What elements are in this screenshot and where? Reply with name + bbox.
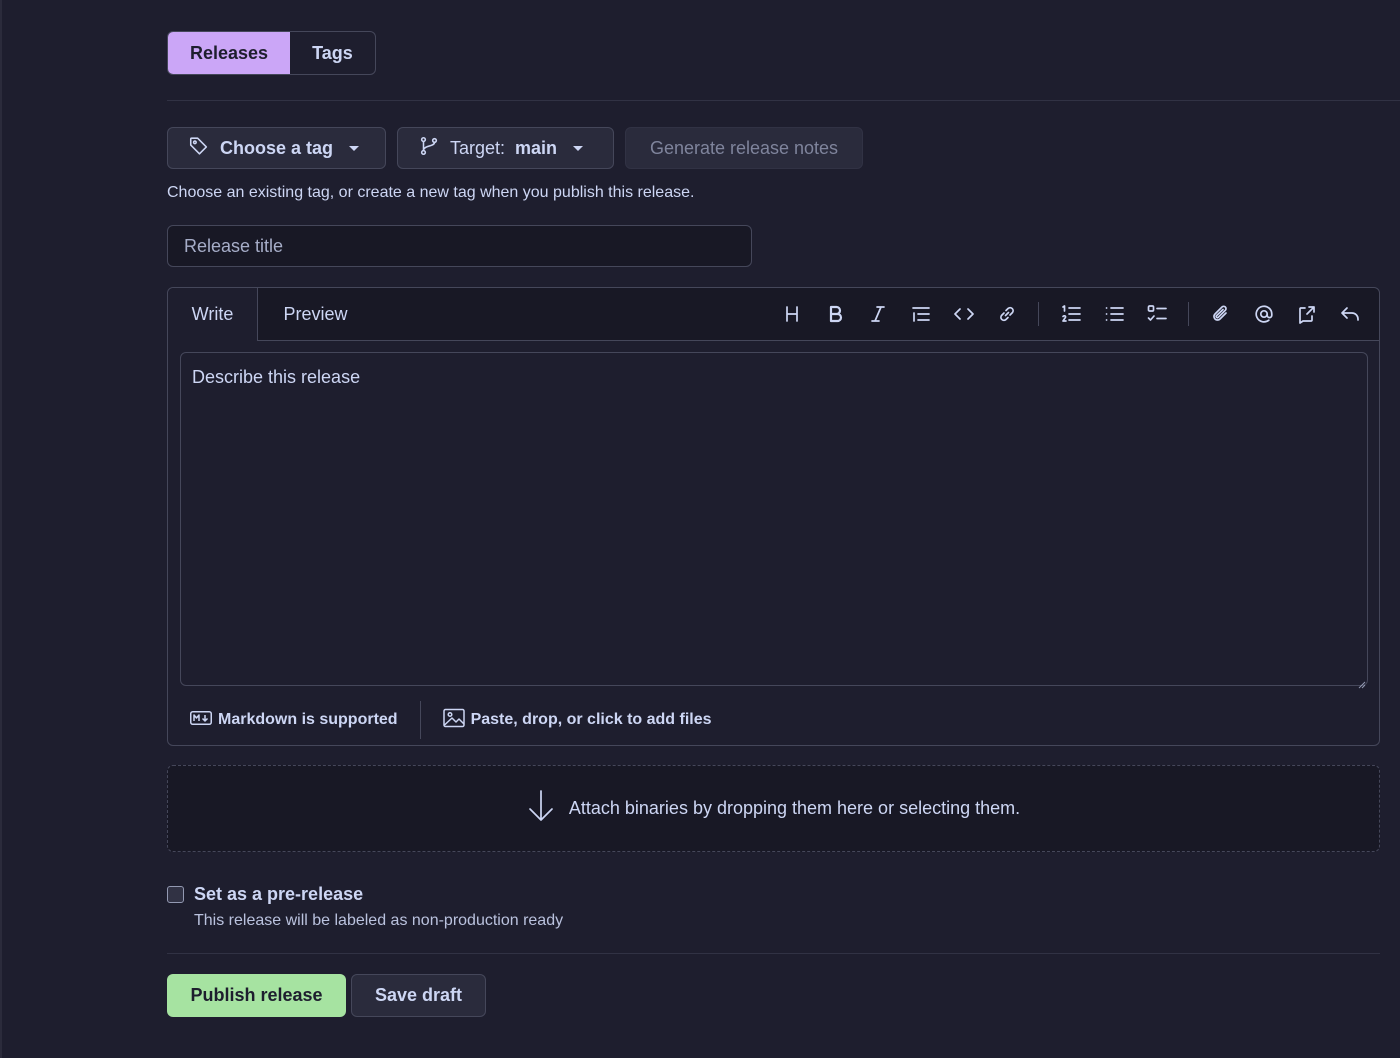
- generate-release-notes-button[interactable]: Generate release notes: [625, 127, 863, 169]
- target-label: Target:: [450, 137, 506, 158]
- markdown-toolbar: [770, 288, 1371, 340]
- mention-icon[interactable]: [1242, 288, 1285, 340]
- italic-icon[interactable]: [856, 288, 899, 340]
- editor-footer: Markdown is supported Paste, drop, or cl…: [168, 694, 1379, 746]
- reference-icon[interactable]: [1285, 288, 1328, 340]
- target-branch-button[interactable]: Target: main: [397, 127, 614, 169]
- tab-releases[interactable]: Releases: [168, 32, 291, 74]
- editor-header: Write Preview: [168, 288, 1379, 341]
- choose-tag-label: Choose a tag: [220, 137, 334, 158]
- files-note: Paste, drop, or click to add files: [470, 711, 712, 728]
- header-divider: [167, 100, 1400, 101]
- publish-release-button[interactable]: Publish release: [167, 974, 346, 1017]
- image-icon: [442, 708, 465, 733]
- toolbar-separator: [1188, 302, 1189, 326]
- tab-tags[interactable]: Tags: [290, 32, 375, 74]
- tag-hint-text: Choose an existing tag, or create a new …: [167, 184, 695, 201]
- prerelease-checkbox[interactable]: [167, 886, 184, 903]
- arrow-down-icon: [527, 789, 555, 828]
- release-editor: Write Preview Markdown is s: [167, 287, 1380, 746]
- resize-grip-icon[interactable]: [1358, 676, 1366, 689]
- link-icon[interactable]: [985, 288, 1028, 340]
- attach-icon[interactable]: [1199, 288, 1242, 340]
- bold-icon[interactable]: [813, 288, 856, 340]
- tab-write[interactable]: Write: [168, 288, 258, 341]
- release-description-textarea[interactable]: [180, 352, 1368, 686]
- toolbar-separator: [1038, 302, 1039, 326]
- save-draft-button[interactable]: Save draft: [351, 974, 486, 1017]
- releases-tags-switch: Releases Tags: [167, 31, 376, 75]
- prerelease-description: This release will be labeled as non-prod…: [194, 912, 564, 929]
- prerelease-label[interactable]: Set as a pre-release: [194, 884, 363, 905]
- markdown-supported-link[interactable]: Markdown is supported: [168, 701, 420, 739]
- heading-icon[interactable]: [770, 288, 813, 340]
- footer-divider: [167, 953, 1380, 954]
- attach-binaries-dropzone[interactable]: Attach binaries by dropping them here or…: [167, 765, 1380, 852]
- add-files-button[interactable]: Paste, drop, or click to add files: [421, 701, 734, 739]
- task-list-icon[interactable]: [1135, 288, 1178, 340]
- dropzone-text: Attach binaries by dropping them here or…: [568, 798, 1021, 818]
- target-value: main: [515, 137, 558, 158]
- undo-icon[interactable]: [1328, 288, 1371, 340]
- quote-icon[interactable]: [899, 288, 942, 340]
- choose-tag-button[interactable]: Choose a tag: [167, 127, 386, 169]
- chevron-down-icon: [349, 145, 360, 151]
- tag-target-row: Choose a tag Target: main Generate relea…: [167, 127, 863, 169]
- unordered-list-icon[interactable]: [1092, 288, 1135, 340]
- branch-icon: [418, 135, 440, 162]
- tab-preview[interactable]: Preview: [258, 288, 373, 340]
- tag-icon: [188, 135, 210, 162]
- page-left-border: [0, 0, 2, 1058]
- markdown-icon: [190, 710, 212, 730]
- markdown-note: Markdown is supported: [218, 711, 398, 728]
- code-icon[interactable]: [942, 288, 985, 340]
- chevron-down-icon: [573, 145, 584, 151]
- numbered-list-icon[interactable]: [1049, 288, 1092, 340]
- release-title-input[interactable]: [167, 225, 752, 267]
